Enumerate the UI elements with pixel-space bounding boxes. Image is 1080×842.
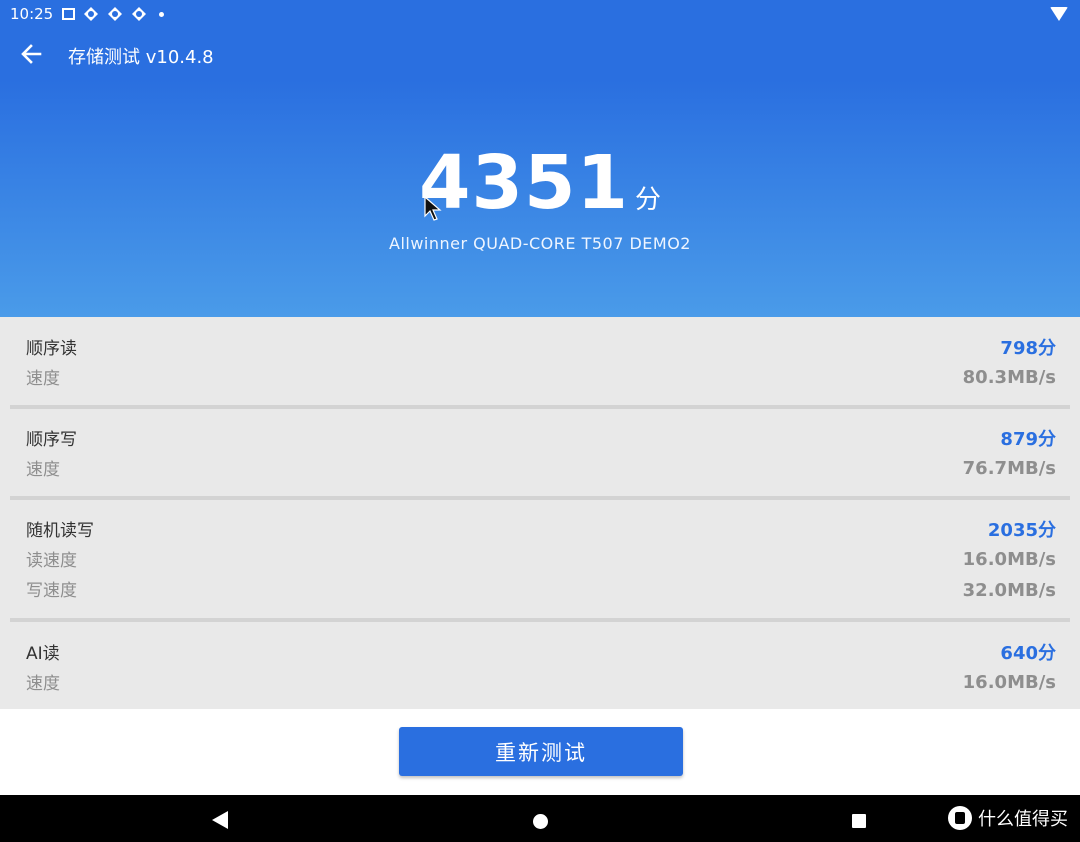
result-card-ai-read: AI读 速度 640分 16.0MB/s — [0, 622, 1080, 709]
result-row-label: 读速度 — [26, 551, 77, 571]
watermark-logo-icon — [948, 806, 972, 830]
result-card-random-rw: 随机读写 读速度 写速度 2035分 16.0MB/s 32.0MB/s — [0, 500, 1080, 622]
arrow-left-icon[interactable] — [16, 40, 46, 68]
result-row-label: 速度 — [26, 460, 60, 480]
results-list: 顺序读 速度 798分 80.3MB/s 顺序写 速度 879分 76.7MB/… — [0, 317, 1080, 709]
result-row-value: 80.3MB/s — [962, 367, 1056, 388]
result-score: 2035分 — [987, 520, 1056, 541]
result-row-label: 速度 — [26, 674, 60, 694]
dot-icon — [159, 11, 164, 17]
result-row-label: 写速度 — [26, 581, 77, 601]
image-icon — [62, 8, 75, 20]
result-title: 顺序写 — [26, 430, 77, 450]
result-title: AI读 — [26, 644, 60, 664]
retest-button[interactable]: 重新测试 — [399, 727, 683, 776]
result-score: 640分 — [1000, 643, 1056, 664]
mouse-cursor-icon — [424, 196, 442, 221]
score-unit: 分 — [634, 185, 661, 215]
score-value: 4351 — [419, 140, 629, 226]
result-card-sequential-write: 顺序写 速度 879分 76.7MB/s — [0, 409, 1080, 500]
status-bar: 10:25 — [0, 0, 1080, 28]
watermark: 什么值得买 — [948, 805, 1068, 831]
score-header: 4351 分 Allwinner QUAD-CORE T507 DEMO2 — [0, 80, 1080, 317]
sync-icon — [108, 7, 122, 21]
result-title: 顺序读 — [26, 339, 77, 359]
status-icons — [62, 6, 164, 22]
watermark-text: 什么值得买 — [978, 809, 1068, 830]
result-score: 798分 — [1000, 338, 1056, 359]
result-row-value: 32.0MB/s — [962, 580, 1056, 601]
status-time: 10:25 — [10, 5, 54, 23]
nav-home-icon[interactable] — [533, 814, 548, 829]
nav-back-icon[interactable] — [212, 811, 228, 829]
nav-recents-icon[interactable] — [852, 814, 866, 828]
sync-icon — [84, 7, 98, 21]
page-title: 存储测试 v10.4.8 — [68, 47, 214, 68]
result-title: 随机读写 — [26, 521, 94, 541]
result-card-sequential-read: 顺序读 速度 798分 80.3MB/s — [0, 317, 1080, 409]
result-row-label: 速度 — [26, 369, 60, 389]
app-bar: 存储测试 v10.4.8 — [0, 28, 1080, 80]
result-row-value: 76.7MB/s — [962, 458, 1056, 479]
navigation-bar: 什么值得买 — [0, 795, 1080, 842]
device-name: Allwinner QUAD-CORE T507 DEMO2 — [389, 234, 691, 253]
sync-icon — [132, 7, 146, 21]
result-row-value: 16.0MB/s — [962, 549, 1056, 570]
total-score: 4351 分 — [0, 140, 1080, 226]
result-score: 879分 — [1000, 429, 1056, 450]
wifi-icon — [1050, 7, 1068, 21]
result-row-value: 16.0MB/s — [962, 672, 1056, 693]
